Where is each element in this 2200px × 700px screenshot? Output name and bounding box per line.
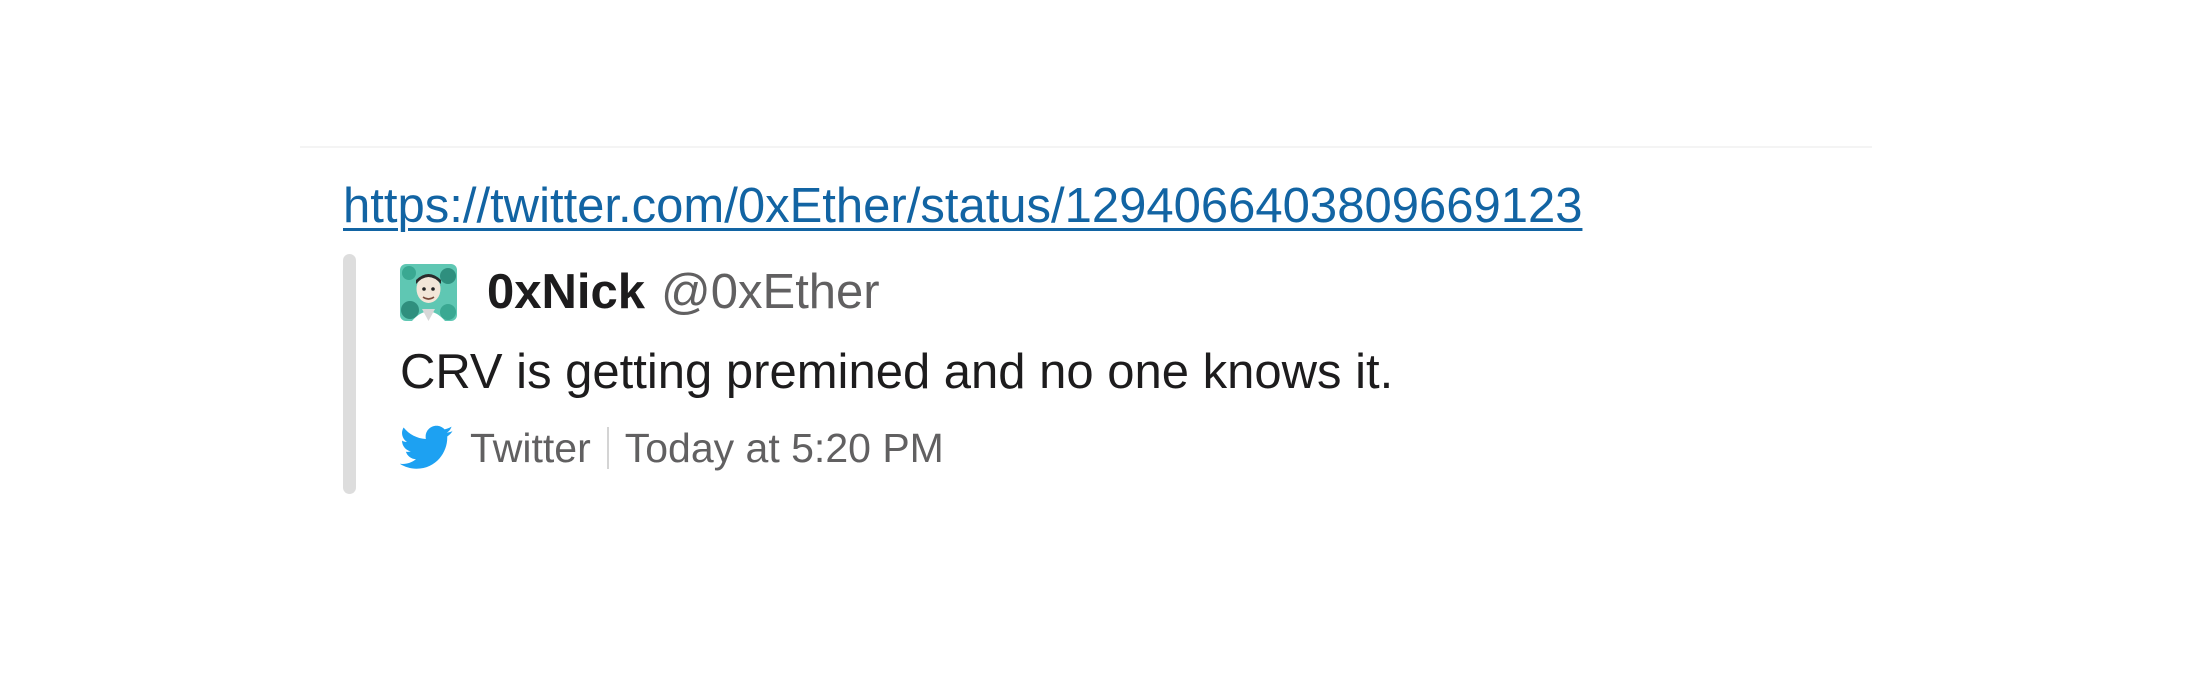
message-divider bbox=[300, 146, 1872, 148]
tweet-unfurl: 0xNick @0xEther CRV is getting premined … bbox=[343, 254, 1800, 494]
footer-separator bbox=[606, 427, 609, 469]
twitter-bird-icon bbox=[399, 425, 454, 471]
unfurl-footer: Twitter Today at 5:20 PM bbox=[399, 418, 1800, 478]
tweet-link[interactable]: https://twitter.com/0xEther/status/12940… bbox=[343, 170, 1582, 242]
chat-message: https://twitter.com/0xEther/status/12940… bbox=[343, 170, 2143, 494]
unfurl-accent-bar bbox=[343, 254, 356, 494]
service-name: Twitter bbox=[470, 424, 591, 471]
author-name[interactable]: 0xNick bbox=[487, 264, 645, 320]
tweet-timestamp[interactable]: Today at 5:20 PM bbox=[625, 425, 944, 472]
author-handle: @0xEther bbox=[661, 265, 880, 319]
tweet-text: CRV is getting premined and no one knows… bbox=[400, 345, 1394, 399]
unfurl-author-row: 0xNick @0xEther bbox=[400, 254, 1800, 330]
author-avatar[interactable] bbox=[400, 263, 457, 321]
